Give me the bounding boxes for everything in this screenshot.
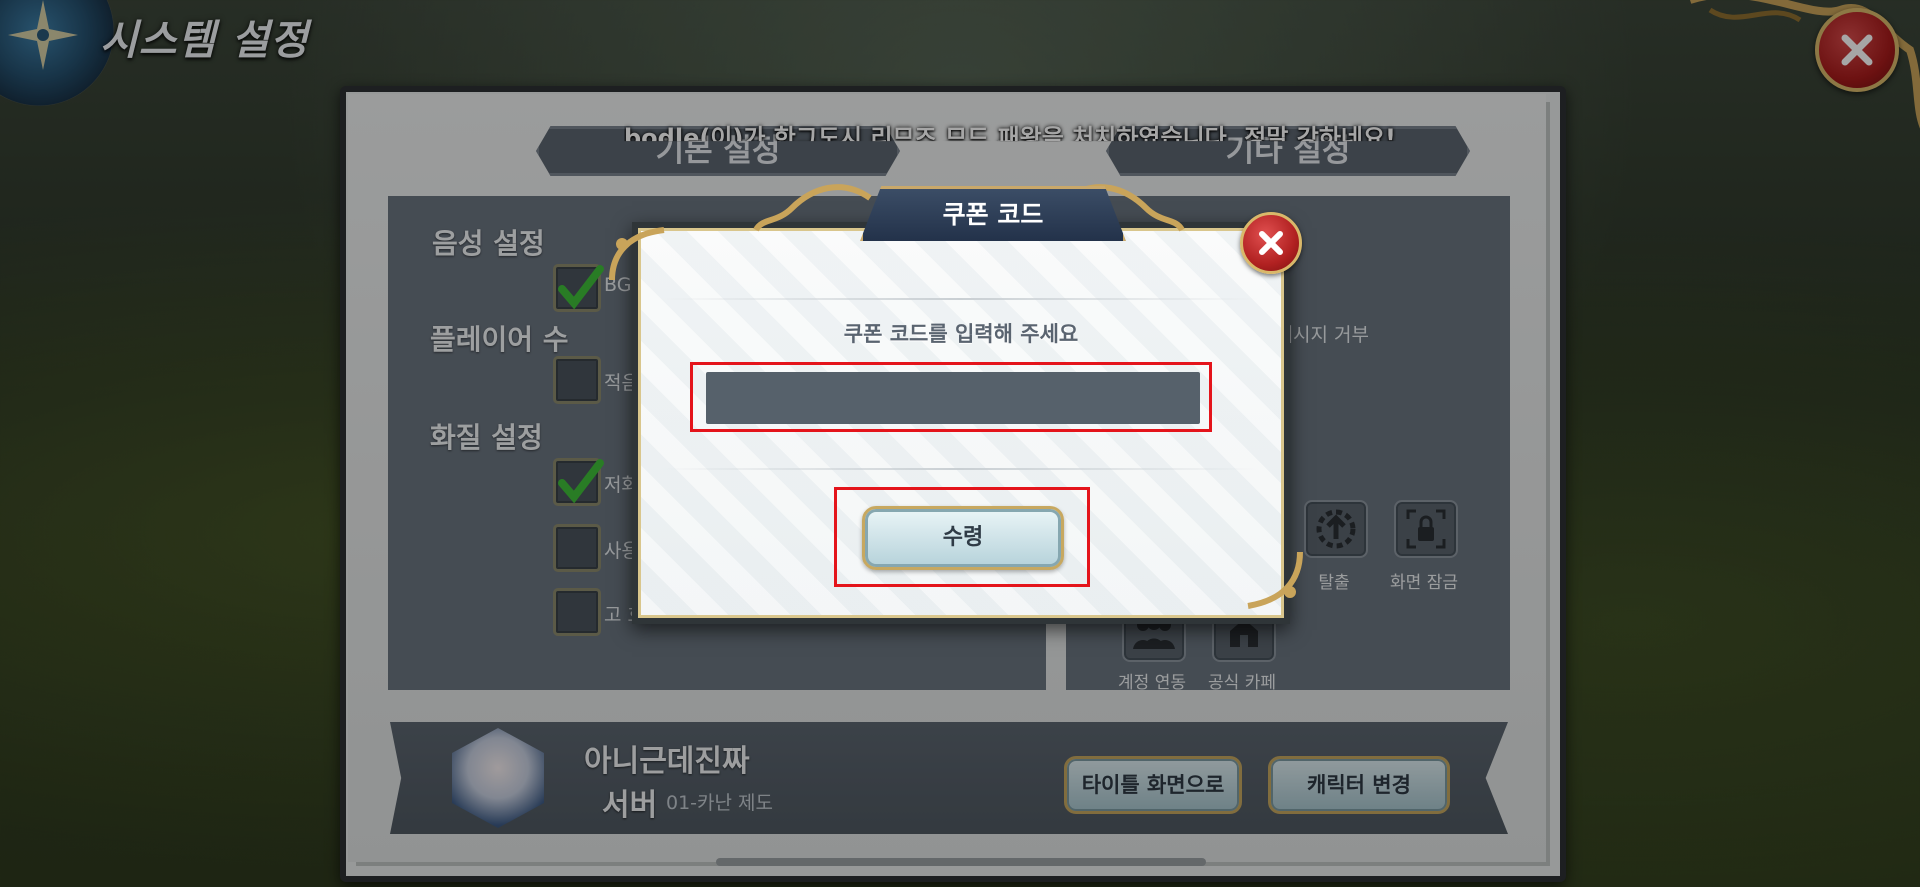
coupon-prompt: 쿠폰 코드를 입력해 주세요 xyxy=(843,322,1079,346)
gold-header-ornament xyxy=(753,184,872,232)
coupon-modal-title: 쿠폰 코드 xyxy=(860,186,1126,241)
gold-corner-ornament xyxy=(1247,551,1303,609)
coupon-code-input[interactable] xyxy=(706,372,1200,424)
claim-button[interactable]: 수령 xyxy=(862,506,1064,570)
divider xyxy=(660,468,1260,470)
divider xyxy=(660,298,1260,300)
close-coupon-button[interactable] xyxy=(1240,212,1302,274)
close-icon xyxy=(1259,231,1283,255)
gold-corner-ornament xyxy=(609,227,665,281)
